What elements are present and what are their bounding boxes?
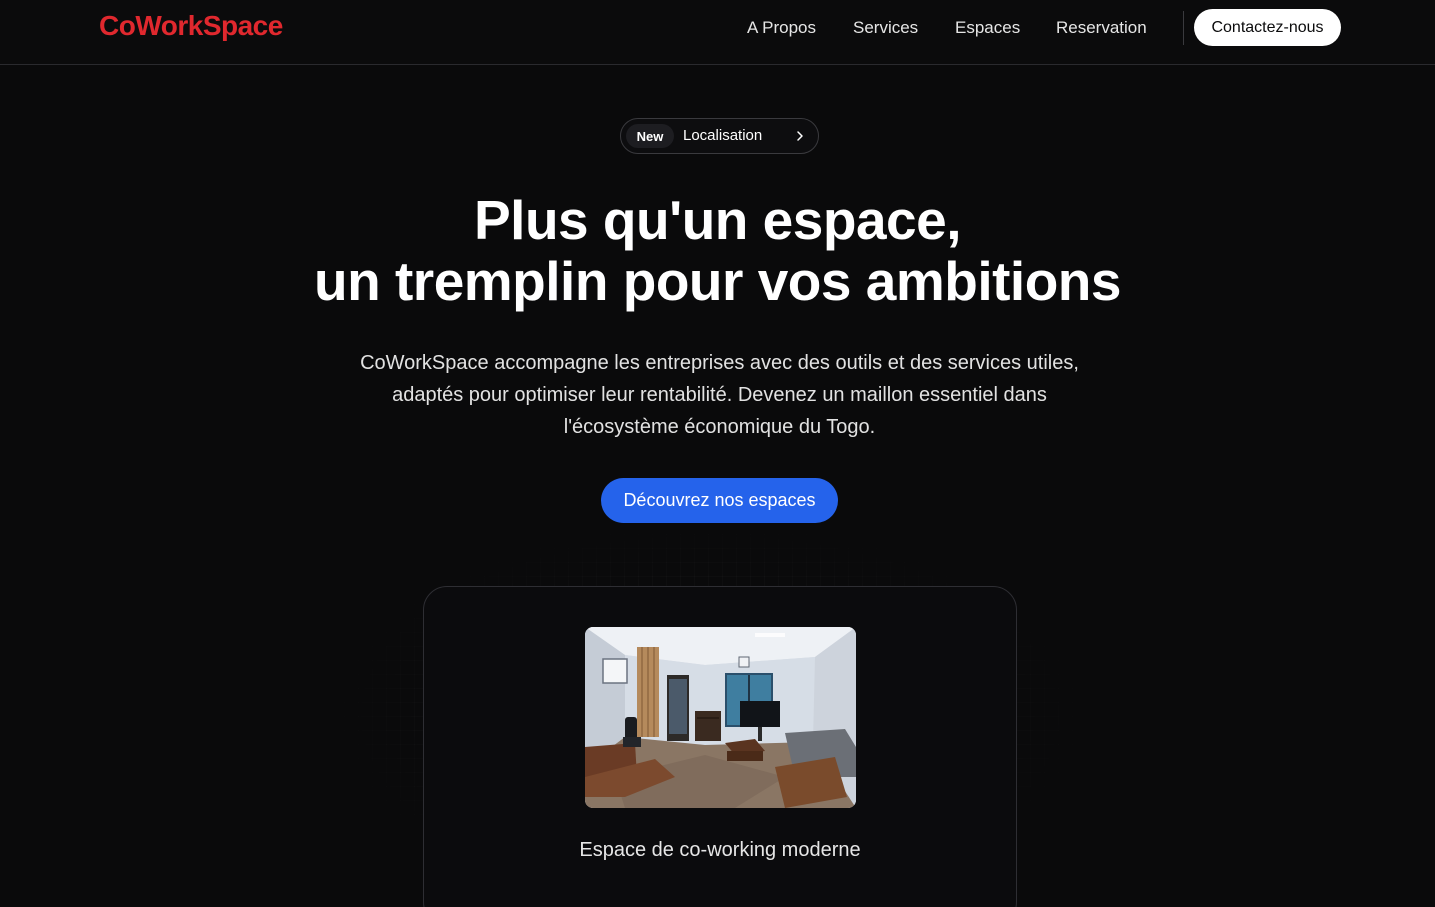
site-header: CoWorkSpace A Propos Services Espaces Re… bbox=[0, 0, 1435, 65]
card-caption: Espace de co-working moderne bbox=[579, 839, 861, 861]
nav-link-reservation[interactable]: Reservation bbox=[1056, 18, 1147, 38]
nav-link-services[interactable]: Services bbox=[853, 18, 918, 38]
hero-description: CoWorkSpace accompagne les entreprises a… bbox=[360, 352, 1079, 438]
nav-link-espaces[interactable]: Espaces bbox=[955, 18, 1020, 38]
new-tag: New bbox=[626, 124, 674, 148]
page: CoWorkSpace A Propos Services Espaces Re… bbox=[0, 0, 1435, 907]
hero-title: Plus qu'un espace, un tremplin pour vos … bbox=[0, 190, 1435, 312]
logo[interactable]: CoWorkSpace bbox=[99, 10, 283, 42]
space-card[interactable]: Espace de co-working moderne bbox=[423, 586, 1017, 907]
announcement-badge[interactable]: New Localisation bbox=[620, 118, 819, 154]
nav-link-a-propos[interactable]: A Propos bbox=[747, 18, 816, 38]
hero-title-line-1: Plus qu'un espace, bbox=[474, 189, 962, 251]
nav-divider bbox=[1183, 11, 1184, 45]
hero-title-line-2: un tremplin pour vos ambitions bbox=[314, 250, 1122, 312]
badge-label: Localisation bbox=[683, 127, 763, 144]
chevron-right-icon bbox=[797, 131, 803, 141]
contact-button[interactable]: Contactez-nous bbox=[1194, 9, 1341, 46]
discover-spaces-button[interactable]: Découvrez nos espaces bbox=[601, 478, 838, 523]
coworking-photo bbox=[585, 627, 856, 808]
office-illustration bbox=[585, 627, 856, 808]
